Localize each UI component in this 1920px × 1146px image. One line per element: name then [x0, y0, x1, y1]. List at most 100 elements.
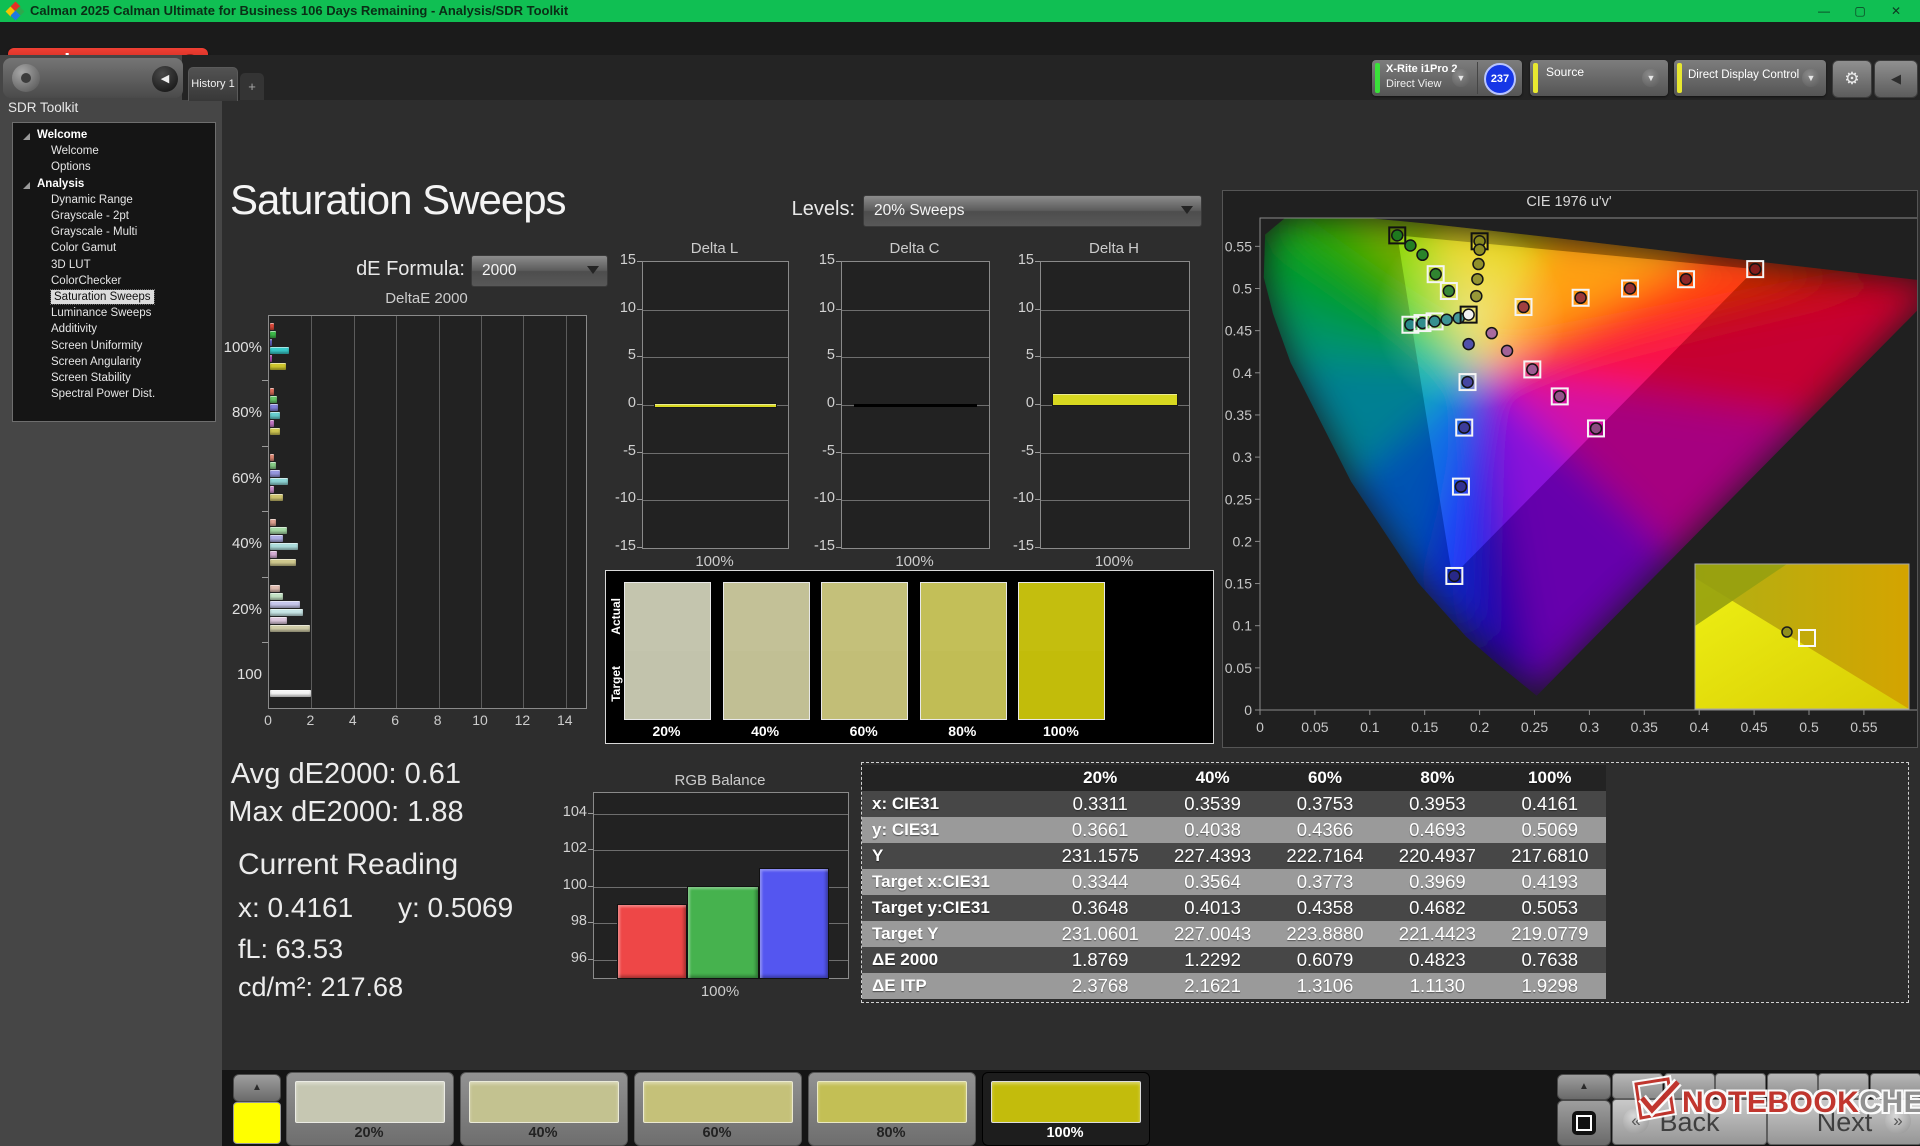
- rgb-bar-red: [618, 905, 686, 978]
- deltae-bar: [270, 494, 283, 501]
- de-formula-dropdown[interactable]: 2000: [471, 255, 608, 287]
- session-toolbar: [1612, 1073, 1920, 1097]
- table-cell: 0.3648: [1044, 895, 1156, 921]
- sidebar-group-label: Welcome: [37, 129, 87, 141]
- meter-status-button[interactable]: [12, 64, 40, 92]
- meter-dropdown[interactable]: X-Rite i1Pro 2 Direct View ▼ 237: [1372, 60, 1522, 96]
- cie-measured-dot: [1486, 328, 1497, 339]
- swatch-actual: [1019, 583, 1104, 651]
- deltae-ytick-mark: [262, 642, 268, 643]
- sidebar-collapse-button[interactable]: ◀: [152, 66, 178, 92]
- stop-measure-button[interactable]: [1557, 1100, 1611, 1146]
- minimize-button[interactable]: —: [1806, 0, 1842, 22]
- rgb-ytick-label: 98: [547, 913, 587, 929]
- delta-h-ytick-mark: [1035, 356, 1040, 357]
- settings-gear-button[interactable]: ⚙: [1832, 60, 1872, 98]
- add-tab-button[interactable]: +: [240, 73, 264, 100]
- source-status-bar: [1533, 63, 1538, 93]
- sidebar-item-color-gamut[interactable]: Color Gamut: [13, 242, 215, 258]
- sidebar-item-label: Luminance Sweeps: [51, 307, 151, 319]
- cie-measured-dot: [1473, 259, 1484, 270]
- sidebar-item-grayscale-2pt[interactable]: Grayscale - 2pt: [13, 210, 215, 226]
- meter-count-badge[interactable]: 237: [1484, 63, 1516, 95]
- delta-h-title: Delta H: [1040, 240, 1188, 257]
- sidebar-item-saturation-sweeps[interactable]: Saturation Sweeps: [13, 291, 215, 307]
- levels-dropdown[interactable]: 20% Sweeps: [863, 195, 1202, 227]
- session-toolbar-button-2[interactable]: [1664, 1073, 1715, 1099]
- sidebar-item-grayscale-multi[interactable]: Grayscale - Multi: [13, 226, 215, 242]
- display-control-dropdown[interactable]: Direct Display Control ▼: [1674, 60, 1826, 96]
- table-cell: 0.3311: [1044, 791, 1156, 817]
- max-de2000: Max dE2000: 1.88: [176, 796, 516, 829]
- sidebar-item-luminance-sweeps[interactable]: Luminance Sweeps: [13, 307, 215, 323]
- sidebar-item-screen-angularity[interactable]: Screen Angularity: [13, 356, 215, 372]
- svg-text:0.2: 0.2: [1233, 533, 1253, 549]
- deltae-xtick-label: 14: [550, 712, 580, 728]
- svg-text:0.35: 0.35: [1225, 407, 1252, 423]
- expander-icon[interactable]: [23, 182, 30, 189]
- source-caret-icon: ▼: [1642, 69, 1660, 87]
- sidebar-item-analysis[interactable]: Analysis: [13, 178, 215, 194]
- deltae-ytick-label: 100%: [204, 339, 262, 356]
- deltae-bar: [270, 535, 283, 542]
- delta-l-title: Delta L: [642, 240, 787, 257]
- sidebar-item-3d-lut[interactable]: 3D LUT: [13, 259, 215, 275]
- delta-h-ytick-mark: [1035, 547, 1040, 548]
- delta-l-ytick-label: 0: [600, 395, 636, 411]
- expander-icon[interactable]: [23, 133, 30, 140]
- deltae-bar: [270, 593, 283, 600]
- delta-l-ytick-mark: [637, 309, 642, 310]
- sidebar-item-welcome[interactable]: Welcome: [13, 129, 215, 145]
- delta-l-ytick-label: 10: [600, 300, 636, 316]
- session-toolbar-button-5[interactable]: [1818, 1073, 1869, 1099]
- tab-history-1[interactable]: History 1: [188, 67, 238, 101]
- sidebar-item-additivity[interactable]: Additivity: [13, 323, 215, 339]
- level-swatch-button-60%[interactable]: 60%: [634, 1072, 802, 1146]
- sidebar-item-spectral-power-dist[interactable]: Spectral Power Dist.: [13, 388, 215, 404]
- deltae-bar: [270, 601, 300, 608]
- level-swatch-button-80%[interactable]: 80%: [808, 1072, 976, 1146]
- back-button[interactable]: « Back: [1612, 1099, 1767, 1145]
- delta-c-gridline: [842, 500, 989, 501]
- sidebar-item-options[interactable]: Options: [13, 161, 215, 177]
- deltae-xtick-label: 2: [295, 712, 325, 728]
- rgb-ytick-mark: [588, 959, 593, 960]
- current-pattern-swatch[interactable]: [233, 1102, 281, 1144]
- sidebar-item-screen-stability[interactable]: Screen Stability: [13, 372, 215, 388]
- session-up-button[interactable]: ▲: [1557, 1074, 1611, 1100]
- delta-h-plot: [1040, 261, 1190, 549]
- sidebar-item-dynamic-range[interactable]: Dynamic Range: [13, 194, 215, 210]
- deltae-ytick-mark: [262, 511, 268, 512]
- table-cell: 0.7638: [1494, 947, 1606, 973]
- close-button[interactable]: ✕: [1878, 0, 1914, 22]
- session-toolbar-button-4[interactable]: [1767, 1073, 1818, 1099]
- sidebar-item-label: Screen Stability: [51, 372, 131, 384]
- maximize-button[interactable]: ▢: [1842, 0, 1878, 22]
- deltae-bar: [270, 339, 272, 346]
- source-dropdown[interactable]: Source ▼: [1530, 60, 1668, 96]
- table-cell: 0.3753: [1269, 791, 1381, 817]
- next-button[interactable]: Next »: [1767, 1099, 1920, 1145]
- cie-measured-dot: [1462, 377, 1473, 388]
- delta-l-ytick-mark: [637, 499, 642, 500]
- sidebar-item-welcome[interactable]: Welcome: [13, 145, 215, 161]
- session-toolbar-button-3[interactable]: [1715, 1073, 1766, 1099]
- pattern-up-button[interactable]: ▲: [233, 1074, 281, 1102]
- table-header-cell: 60%: [1269, 765, 1381, 791]
- sidebar-item-colorchecker[interactable]: ColorChecker: [13, 275, 215, 291]
- level-swatch-button-40%[interactable]: 40%: [460, 1072, 628, 1146]
- session-toolbar-button-1[interactable]: [1612, 1073, 1663, 1099]
- rgb-bar-blue: [760, 869, 828, 979]
- logo-bar: ◈ calman ▼: [0, 22, 1920, 55]
- meter-divider: [1477, 62, 1478, 94]
- sidebar-item-screen-uniformity[interactable]: Screen Uniformity: [13, 340, 215, 356]
- panel-collapse-button[interactable]: ◀: [1874, 60, 1918, 98]
- level-swatch-color: [991, 1081, 1141, 1123]
- session-toolbar-button-6[interactable]: [1870, 1073, 1920, 1099]
- sidebar-item-label: Options: [51, 161, 91, 173]
- level-swatch-button-100%[interactable]: 100%: [982, 1072, 1150, 1146]
- level-swatch-button-20%[interactable]: 20%: [286, 1072, 454, 1146]
- delta-h-gridline: [1041, 405, 1189, 406]
- delta-c-ytick-label: 10: [799, 300, 835, 316]
- svg-text:0.5: 0.5: [1233, 281, 1253, 297]
